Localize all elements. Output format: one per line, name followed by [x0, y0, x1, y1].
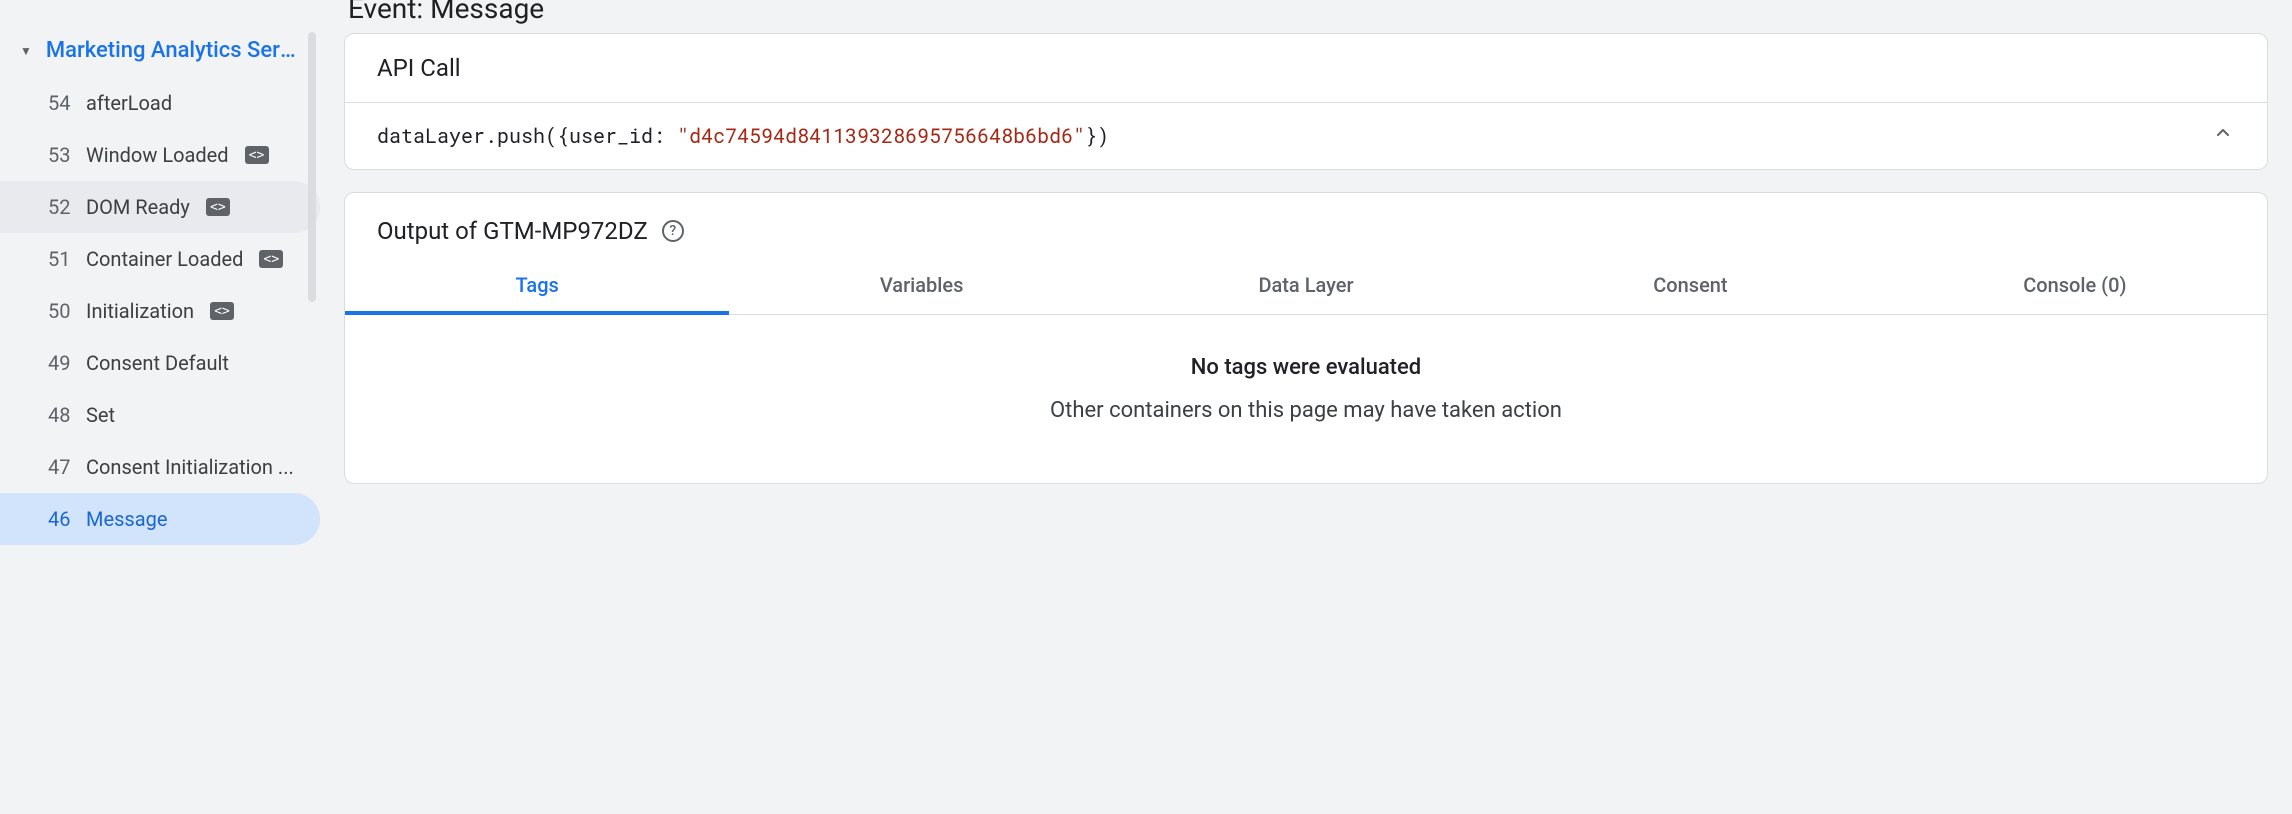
- no-tags-title: No tags were evaluated: [377, 355, 2235, 380]
- api-call-code: dataLayer.push({user_id: "d4c74594d84113…: [377, 123, 1109, 149]
- sidebar-item-initialization[interactable]: 50 Initialization <>: [0, 285, 320, 337]
- sidebar-item-consent-initialization-[interactable]: 47 Consent Initialization ...: [0, 441, 320, 493]
- output-title: Output of GTM-MP972DZ: [377, 217, 648, 245]
- sidebar-header-title: Marketing Analytics Servi...: [46, 38, 296, 63]
- code-icon: <>: [259, 250, 283, 268]
- sidebar-item-label: Initialization: [86, 299, 194, 323]
- event-sidebar: ▼ Marketing Analytics Servi... 54 afterLo…: [0, 0, 320, 814]
- output-tabs: TagsVariablesData LayerConsentConsole (0…: [345, 259, 2267, 315]
- sidebar-item-label: Container Loaded: [86, 247, 243, 271]
- sidebar-item-label: Consent Default: [86, 351, 229, 375]
- code-string: "d4c74594d841139328695756648b6bd6": [677, 123, 1085, 149]
- tab-tags[interactable]: Tags: [345, 259, 729, 315]
- sidebar-item-label: DOM Ready: [86, 195, 190, 219]
- sidebar-item-num: 49: [48, 351, 74, 375]
- tab-content-tags: No tags were evaluated Other containers …: [345, 315, 2267, 483]
- sidebar-item-num: 47: [48, 455, 74, 479]
- chevron-up-icon[interactable]: [2211, 121, 2235, 151]
- sidebar-item-container-loaded[interactable]: 51 Container Loaded <>: [0, 233, 320, 285]
- sidebar-item-set[interactable]: 48 Set: [0, 389, 320, 441]
- sidebar-item-message[interactable]: 46 Message: [0, 493, 320, 545]
- sidebar-item-num: 54: [48, 91, 74, 115]
- sidebar-item-window-loaded[interactable]: 53 Window Loaded <>: [0, 129, 320, 181]
- sidebar-item-label: afterLoad: [86, 91, 172, 115]
- code-prefix: dataLayer.push({user_id:: [377, 123, 677, 149]
- help-icon[interactable]: ?: [662, 220, 684, 242]
- caret-down-icon: ▼: [20, 44, 32, 58]
- code-icon: <>: [210, 302, 234, 320]
- api-call-header: API Call: [345, 34, 2267, 103]
- sidebar-item-label: Set: [86, 403, 115, 427]
- sidebar-item-num: 46: [48, 507, 74, 531]
- sidebar-item-num: 51: [48, 247, 74, 271]
- tab-variables[interactable]: Variables: [729, 259, 1113, 314]
- output-card: Output of GTM-MP972DZ ? TagsVariablesDat…: [344, 192, 2268, 484]
- code-icon: <>: [206, 198, 230, 216]
- tab-console-0-[interactable]: Console (0): [1883, 259, 2267, 314]
- sidebar-item-num: 50: [48, 299, 74, 323]
- code-suffix: }): [1085, 123, 1109, 149]
- code-icon: <>: [245, 146, 269, 164]
- sidebar-item-num: 48: [48, 403, 74, 427]
- tab-consent[interactable]: Consent: [1498, 259, 1882, 314]
- no-tags-sub: Other containers on this page may have t…: [377, 398, 2235, 423]
- sidebar-item-afterload[interactable]: 54 afterLoad: [0, 77, 320, 129]
- sidebar-item-num: 53: [48, 143, 74, 167]
- api-call-body: dataLayer.push({user_id: "d4c74594d84113…: [345, 103, 2267, 169]
- api-call-card: API Call dataLayer.push({user_id: "d4c74…: [344, 33, 2268, 170]
- sidebar-item-label: Message: [86, 507, 167, 531]
- sidebar-item-label: Window Loaded: [86, 143, 229, 167]
- scrollbar-thumb[interactable]: [308, 32, 316, 302]
- main-content: Event: Message API Call dataLayer.push({…: [320, 0, 2292, 814]
- sidebar-item-label: Consent Initialization ...: [86, 455, 294, 479]
- sidebar-item-num: 52: [48, 195, 74, 219]
- sidebar-items: 54 afterLoad 53 Window Loaded <> 52 DOM Ready <…: [0, 77, 320, 545]
- sidebar-item-consent-default[interactable]: 49 Consent Default: [0, 337, 320, 389]
- tab-data-layer[interactable]: Data Layer: [1114, 259, 1498, 314]
- output-header: Output of GTM-MP972DZ ?: [345, 193, 2267, 259]
- sidebar-item-dom-ready[interactable]: 52 DOM Ready <>: [0, 181, 320, 233]
- page-title: Event: Message: [344, 0, 2268, 33]
- sidebar-header[interactable]: ▼ Marketing Analytics Servi...: [0, 30, 320, 77]
